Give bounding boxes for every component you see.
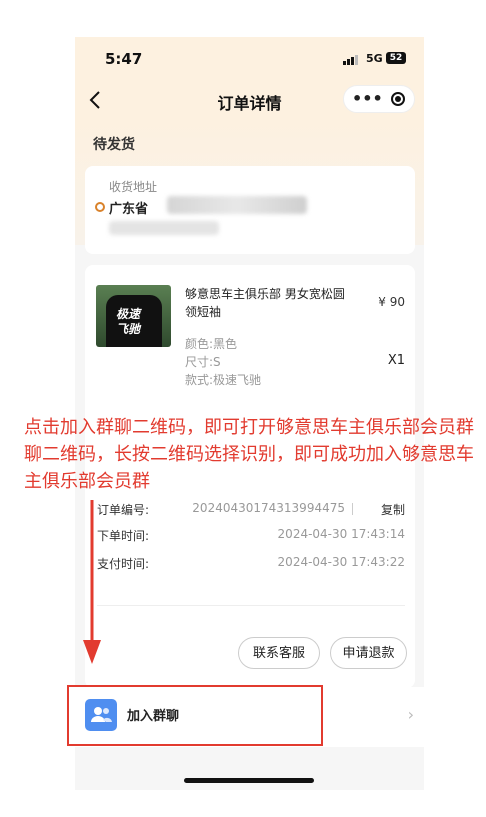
order-number-row: 订单编号: 20240430174313994475 复制 [97, 501, 405, 518]
order-time-row: 下单时间: 2024-04-30 17:43:14 [97, 527, 405, 544]
product-thumbnail[interactable]: 极速 飞驰 [96, 285, 171, 347]
close-mini-program-icon[interactable] [391, 92, 405, 106]
mini-program-capsule: ••• [343, 85, 415, 113]
request-refund-button[interactable]: 申请退款 [330, 637, 407, 669]
location-pin-icon [95, 202, 105, 212]
more-icon[interactable]: ••• [352, 90, 383, 108]
product-quantity: X1 [387, 353, 405, 368]
signal-icon [343, 55, 358, 65]
order-number-value: 20240430174313994475 [192, 501, 345, 515]
nav-bar: 订单详情 ••• [75, 81, 424, 121]
network-label: 5G [366, 52, 383, 65]
contact-service-button[interactable]: 联系客服 [238, 637, 320, 669]
redacted-contact [109, 221, 219, 235]
address-label: 收货地址 [109, 180, 158, 194]
order-status: 待发货 [93, 137, 135, 153]
product-size: 尺寸:S [185, 355, 221, 369]
order-time-label: 下单时间: [97, 529, 150, 543]
product-price: ¥ 90 [378, 295, 405, 309]
highlight-box [67, 685, 323, 746]
address-card[interactable]: 收货地址 广东省 [85, 166, 415, 254]
thumbnail-print-text: 极速 飞驰 [116, 307, 141, 336]
copy-divider [352, 503, 353, 515]
pay-time-label: 支付时间: [97, 557, 150, 571]
redacted-address [167, 196, 307, 214]
address-line: 广东省 [109, 202, 149, 217]
pay-time-value: 2024-04-30 17:43:22 [277, 555, 405, 569]
status-time: 5:47 [105, 50, 143, 68]
battery-icon: 52 [386, 52, 406, 64]
product-style: 款式:极速飞驰 [185, 373, 262, 387]
divider [97, 605, 405, 606]
annotation-arrow [83, 500, 101, 664]
instruction-annotation: 点击加入群聊二维码，即可打开够意思车主俱乐部会员群聊二维码，长按二维码选择识别，… [24, 417, 474, 492]
chevron-right-icon: › [407, 705, 414, 724]
product-name[interactable]: 够意思车主俱乐部 男女宽松圆领短袖 [185, 285, 355, 321]
order-number-label: 订单编号: [97, 503, 150, 517]
home-indicator [184, 778, 314, 783]
copy-button[interactable]: 复制 [381, 501, 405, 518]
pay-time-row: 支付时间: 2024-04-30 17:43:22 [97, 555, 405, 572]
order-time-value: 2024-04-30 17:43:14 [277, 527, 405, 541]
product-color: 颜色:黑色 [185, 337, 238, 351]
status-bar: 5:47 5G 52 [75, 37, 424, 81]
